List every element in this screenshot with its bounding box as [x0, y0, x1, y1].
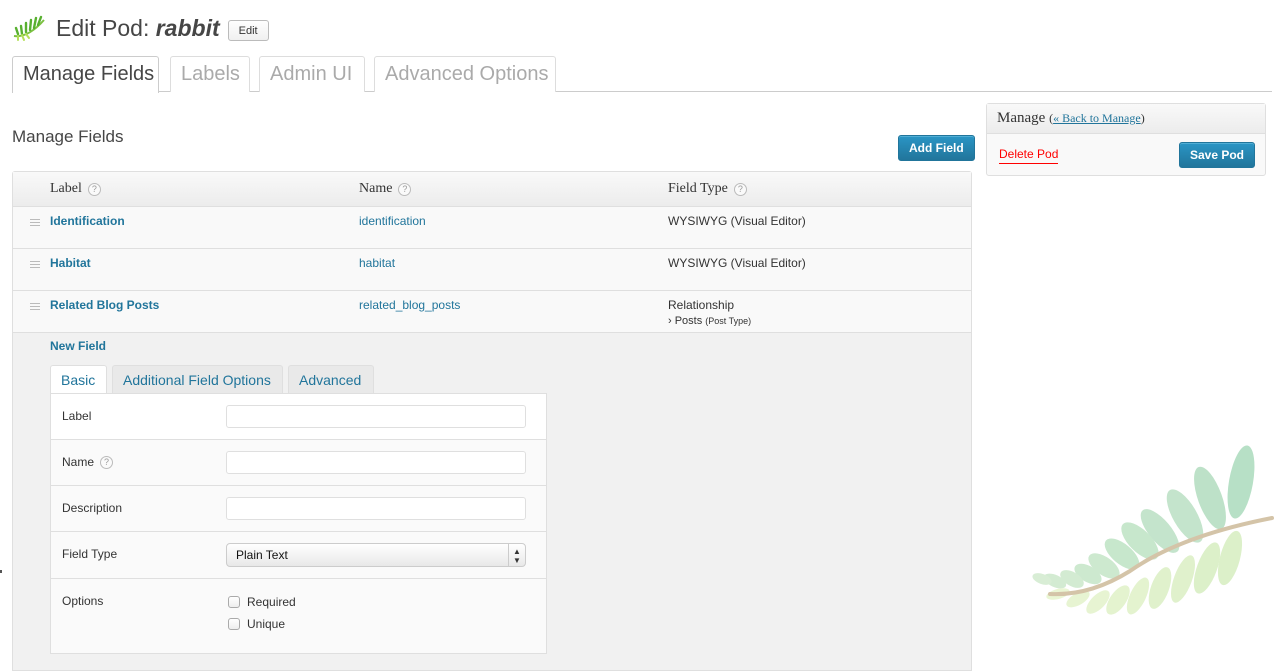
- table-header: Label? Name? Field Type?: [13, 172, 971, 207]
- drag-handle-icon[interactable]: [30, 261, 40, 270]
- select-arrows-icon: ▲ ▼: [508, 544, 525, 566]
- field-label-link[interactable]: Identification: [50, 214, 125, 228]
- edge-marker: [0, 570, 2, 573]
- field-name-link[interactable]: identification: [359, 214, 426, 228]
- column-header-label: Label?: [50, 181, 101, 197]
- field-label-link[interactable]: Related Blog Posts: [50, 298, 159, 312]
- page-header: Edit Pod: rabbit Edit: [12, 14, 269, 42]
- pods-logo-icon: [13, 15, 45, 41]
- manage-panel: Manage (« Back to Manage) Delete Pod Sav…: [986, 103, 1266, 176]
- label-input[interactable]: [226, 405, 526, 428]
- drag-handle-icon[interactable]: [30, 303, 40, 312]
- field-type: WYSIWYG (Visual Editor): [668, 214, 806, 228]
- help-icon[interactable]: ?: [87, 182, 101, 196]
- field-name-link[interactable]: related_blog_posts: [359, 298, 460, 312]
- tab-basic[interactable]: Basic: [50, 365, 107, 395]
- required-checkbox[interactable]: Required: [228, 595, 296, 609]
- field-type: WYSIWYG (Visual Editor): [668, 256, 806, 270]
- field-name-link[interactable]: habitat: [359, 256, 395, 270]
- name-input[interactable]: [226, 451, 526, 474]
- name-row: Name?: [51, 440, 546, 486]
- field-type: Relationship › Posts (Post Type): [668, 298, 752, 327]
- help-icon[interactable]: ?: [100, 455, 114, 469]
- manage-panel-header: Manage (« Back to Manage): [987, 104, 1265, 134]
- field-type-row: Field Type Plain Text ▲ ▼: [51, 532, 546, 579]
- column-header-name: Name?: [359, 181, 412, 197]
- main-tabs: Manage Fields Labels Admin UI Advanced O…: [12, 56, 1272, 93]
- label-field-label: Label: [62, 409, 92, 423]
- section-title: Manage Fields: [12, 127, 124, 146]
- edit-pod-name-button[interactable]: Edit: [227, 19, 269, 41]
- page-title: Edit Pod: rabbit: [56, 14, 220, 41]
- table-row: Habitat habitat WYSIWYG (Visual Editor): [13, 249, 971, 291]
- tab-labels[interactable]: Labels: [170, 56, 250, 92]
- field-type-detail: › Posts (Post Type): [668, 315, 752, 327]
- tab-advanced-options[interactable]: Advanced Options: [374, 56, 556, 92]
- description-row: Description: [51, 486, 546, 532]
- tab-admin-ui[interactable]: Admin UI: [259, 56, 365, 92]
- tab-advanced[interactable]: Advanced: [288, 365, 374, 394]
- save-pod-button[interactable]: Save Pod: [1178, 142, 1255, 168]
- back-to-manage-link[interactable]: « Back to Manage: [1053, 111, 1141, 125]
- tab-additional-field-options[interactable]: Additional Field Options: [112, 365, 283, 394]
- description-input[interactable]: [226, 497, 526, 520]
- tab-manage-fields[interactable]: Manage Fields: [12, 56, 159, 93]
- options-label: Options: [62, 594, 104, 608]
- checkbox-icon[interactable]: [228, 618, 240, 630]
- new-field-form: Label Name? Description Field Type Plain…: [50, 393, 547, 654]
- field-label-link[interactable]: Habitat: [50, 256, 91, 270]
- pod-name: rabbit: [155, 14, 220, 41]
- unique-checkbox[interactable]: Unique: [228, 617, 285, 631]
- column-header-field-type: Field Type?: [668, 181, 747, 197]
- table-row: Identification identification WYSIWYG (V…: [13, 207, 971, 249]
- fields-table: Label? Name? Field Type? Identification …: [12, 171, 972, 671]
- drag-handle-icon[interactable]: [30, 219, 40, 228]
- delete-pod-link[interactable]: Delete Pod: [999, 147, 1059, 164]
- options-row: Options Required Unique: [51, 579, 546, 659]
- checkbox-icon[interactable]: [228, 596, 240, 608]
- description-field-label: Description: [62, 501, 123, 515]
- add-field-button[interactable]: Add Field: [898, 135, 975, 161]
- table-row: Related Blog Posts related_blog_posts Re…: [13, 291, 971, 333]
- field-type-label: Field Type: [62, 547, 118, 561]
- name-field-label: Name?: [62, 455, 114, 469]
- field-type-select[interactable]: Plain Text ▲ ▼: [226, 543, 526, 567]
- fern-decoration-icon: [1032, 445, 1274, 615]
- label-row: Label: [51, 394, 546, 440]
- new-field-title: New Field: [50, 339, 107, 353]
- help-icon[interactable]: ?: [733, 182, 747, 196]
- help-icon[interactable]: ?: [398, 182, 412, 196]
